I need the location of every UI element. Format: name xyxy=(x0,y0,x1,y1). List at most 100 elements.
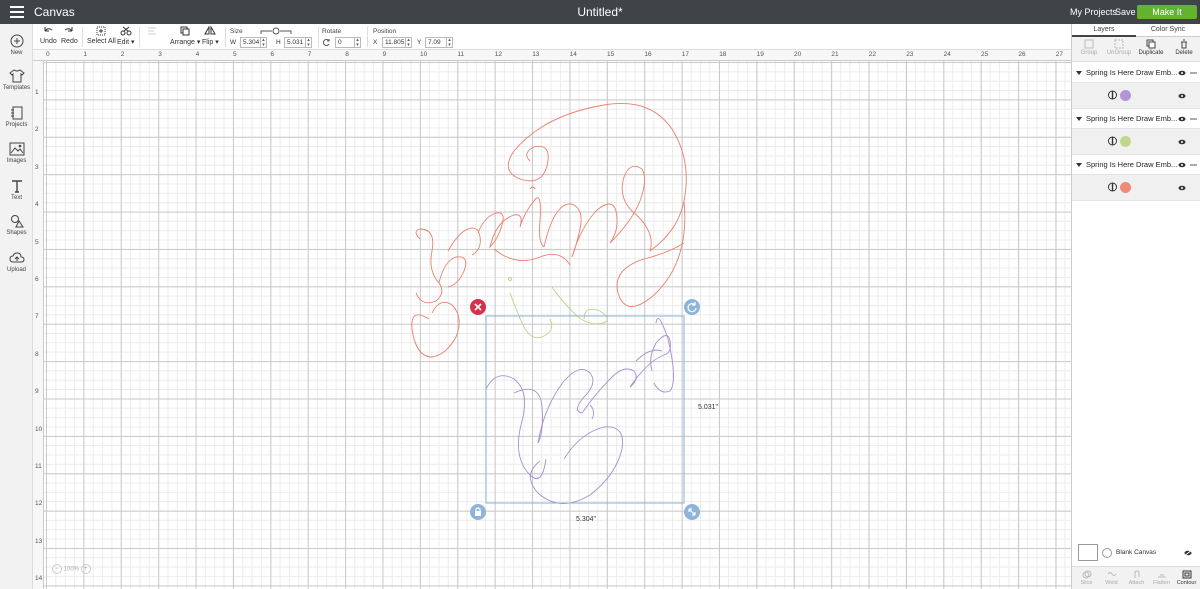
contour-button[interactable]: Contour xyxy=(1174,570,1199,586)
y-position-input[interactable]: 7.09 xyxy=(425,37,447,48)
height-stepper[interactable]: ▴ ▾ xyxy=(306,37,312,48)
flip-dropdown[interactable]: Flip ▾ xyxy=(202,26,219,46)
rotate-stepper[interactable]: ▴ ▾ xyxy=(355,37,361,48)
tab-color-sync[interactable]: Color Sync xyxy=(1136,26,1200,33)
zoom-out-button[interactable]: − xyxy=(52,564,62,574)
group-button[interactable]: Group xyxy=(1074,39,1104,56)
eye-icon[interactable] xyxy=(1178,70,1186,76)
shapes-button[interactable]: Shapes xyxy=(0,214,33,236)
select-all-label: Select All xyxy=(87,38,116,45)
sub-layer-row[interactable] xyxy=(1072,175,1200,201)
drag-handle-icon[interactable] xyxy=(1190,164,1197,166)
lock-proportions-icon[interactable] xyxy=(260,27,292,36)
ruler-tick-label: 10 xyxy=(35,425,43,433)
upload-button[interactable]: Upload xyxy=(0,251,33,273)
save-button[interactable]: Save xyxy=(1115,7,1136,17)
eye-icon[interactable] xyxy=(1178,185,1186,191)
ruler-tick-label: 8 xyxy=(345,51,349,58)
close-icon xyxy=(474,303,482,311)
contour-label: Contour xyxy=(1176,580,1197,586)
delete-handle[interactable] xyxy=(470,299,486,315)
my-projects-link[interactable]: My Projects xyxy=(1070,7,1117,17)
zoom-level: 100% xyxy=(63,566,80,573)
shapes-label: Shapes xyxy=(6,230,27,236)
rotate-input[interactable]: 0 xyxy=(335,37,355,48)
canvas-color-swatch[interactable] xyxy=(1078,544,1098,561)
bottom-layer-actions: Slice Weld Attach Flatten Contour xyxy=(1072,566,1200,589)
x-position-stepper[interactable]: ▴ ▾ xyxy=(406,37,412,48)
width-input[interactable]: 5.304 xyxy=(240,37,261,48)
sub-layer-row[interactable] xyxy=(1072,129,1200,155)
weld-button[interactable]: Weld xyxy=(1099,570,1124,586)
align-dropdown[interactable] xyxy=(146,26,158,38)
resize-handle[interactable] xyxy=(684,504,700,520)
arrange-dropdown[interactable]: Arrange ▾ xyxy=(170,26,200,46)
canvas-color-circle[interactable] xyxy=(1102,548,1112,558)
width-stepper[interactable]: ▴ ▾ xyxy=(261,37,267,48)
spring-text-path[interactable] xyxy=(411,102,687,358)
images-button[interactable]: Images xyxy=(0,142,33,164)
ruler-tick-label: 17 xyxy=(681,51,690,58)
y-position-stepper[interactable]: ▴ ▾ xyxy=(447,37,453,48)
lock-handle[interactable] xyxy=(470,504,486,520)
sub-layer-row[interactable] xyxy=(1072,83,1200,109)
ungroup-label: UnGroup xyxy=(1106,50,1132,56)
caret-down-icon[interactable] xyxy=(1076,71,1082,75)
design-canvas[interactable]: 5.031" 5.304" − 100% + xyxy=(44,61,1071,589)
layer-row[interactable]: Spring Is Here Draw Emb... xyxy=(1072,156,1200,175)
attach-button[interactable]: Attach xyxy=(1124,570,1149,586)
caret-down-icon[interactable] xyxy=(1076,163,1082,167)
group-label: Group xyxy=(1080,50,1098,56)
drag-handle-icon[interactable] xyxy=(1190,72,1197,74)
spring-is-here-artwork[interactable] xyxy=(44,61,1071,589)
caret-down-icon[interactable] xyxy=(1076,117,1082,121)
slice-button[interactable]: Slice xyxy=(1074,570,1099,586)
eye-icon[interactable] xyxy=(1178,93,1186,99)
new-button[interactable]: New xyxy=(0,34,33,56)
templates-button[interactable]: Templates xyxy=(0,69,33,91)
drag-handle-icon[interactable] xyxy=(1190,118,1197,120)
images-label: Images xyxy=(6,158,27,164)
layer-row[interactable]: Spring Is Here Draw Emb... xyxy=(1072,64,1200,83)
arrange-icon xyxy=(180,26,190,36)
delete-button[interactable]: Delete xyxy=(1169,39,1199,56)
ruler-tick-label: 10 xyxy=(420,51,428,58)
here-text-path[interactable] xyxy=(485,318,674,504)
edit-dropdown[interactable]: Edit ▾ xyxy=(117,26,135,46)
zoom-in-button[interactable]: + xyxy=(80,564,91,574)
text-button[interactable]: Text xyxy=(0,179,33,201)
x-position-input[interactable]: 11.805 xyxy=(382,37,406,48)
tab-layers[interactable]: Layers xyxy=(1072,26,1136,37)
eye-icon[interactable] xyxy=(1178,162,1186,168)
redo-button[interactable]: Redo xyxy=(61,26,78,45)
is-text-path[interactable] xyxy=(508,277,608,339)
y-label: Y xyxy=(417,39,422,46)
layer-color-swatch[interactable] xyxy=(1120,90,1131,101)
height-input[interactable]: 5.031 xyxy=(284,37,306,48)
eye-icon[interactable] xyxy=(1178,116,1186,122)
flatten-button[interactable]: Flatten xyxy=(1149,570,1174,586)
duplicate-button[interactable]: Duplicate xyxy=(1136,39,1166,56)
ruler-tick-label: 14 xyxy=(35,575,43,583)
layer-color-swatch[interactable] xyxy=(1120,136,1131,147)
make-it-button[interactable]: Make It xyxy=(1137,5,1197,19)
rotate-label: Rotate xyxy=(322,28,342,35)
ruler-tick-label: 1 xyxy=(35,89,39,96)
hamburger-menu-icon[interactable] xyxy=(10,6,24,18)
layer-row[interactable]: Spring Is Here Draw Emb... xyxy=(1072,110,1200,129)
app-title: Canvas xyxy=(34,5,75,19)
ruler-tick-label: 15 xyxy=(607,51,615,58)
select-all-button[interactable]: Select All xyxy=(87,26,116,45)
ruler-tick-label: 19 xyxy=(756,51,764,58)
rotate-handle[interactable] xyxy=(684,299,700,315)
ungroup-button[interactable]: UnGroup xyxy=(1104,39,1134,56)
eye-icon[interactable] xyxy=(1178,139,1186,145)
projects-button[interactable]: Projects xyxy=(0,106,33,128)
undo-button[interactable]: Undo xyxy=(40,26,57,45)
eye-hidden-icon[interactable] xyxy=(1184,550,1192,556)
resize-arrow-icon xyxy=(688,508,696,516)
ruler-tick-label: 6 xyxy=(270,51,275,58)
layer-color-swatch[interactable] xyxy=(1120,182,1131,193)
ruler-tick-label: 2 xyxy=(120,51,125,58)
blank-canvas-row[interactable]: Blank Canvas xyxy=(1072,540,1200,565)
